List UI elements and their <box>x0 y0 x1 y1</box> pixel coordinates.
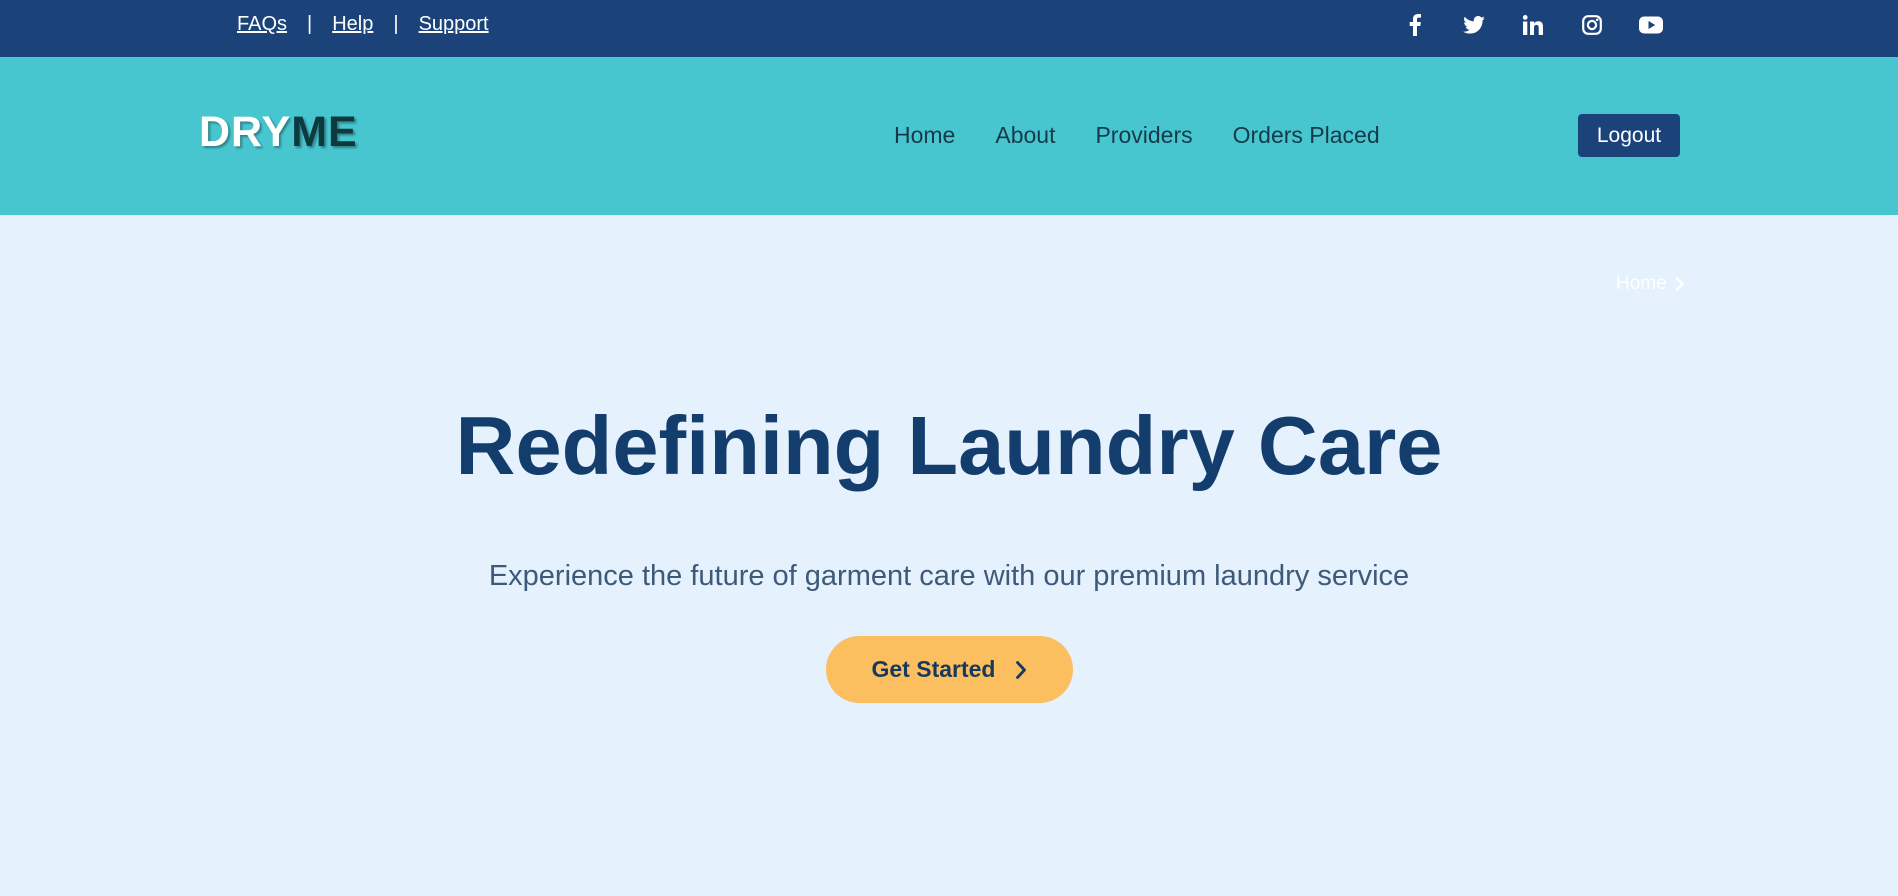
linkedin-icon[interactable] <box>1520 12 1546 38</box>
logout-button[interactable]: Logout <box>1578 114 1680 157</box>
twitter-icon[interactable] <box>1461 12 1487 38</box>
social-links <box>1402 12 1664 38</box>
get-started-button[interactable]: Get Started <box>826 636 1073 703</box>
link-separator: | <box>307 13 313 35</box>
nav-home[interactable]: Home <box>894 122 955 149</box>
logo-text-me: ME <box>291 108 358 156</box>
help-link[interactable]: Help <box>332 13 373 36</box>
breadcrumb: Home <box>1616 273 1685 295</box>
facebook-icon[interactable] <box>1402 12 1428 38</box>
nav-providers[interactable]: Providers <box>1095 122 1192 149</box>
top-links: FAQs | Help | Support <box>237 13 489 36</box>
dryme-logo[interactable]: DRYME <box>199 111 358 154</box>
chevron-right-icon <box>1015 660 1027 680</box>
faqs-link[interactable]: FAQs <box>237 13 287 36</box>
get-started-label: Get Started <box>871 656 996 682</box>
main-nav: Home About Providers Orders Placed <box>894 122 1380 149</box>
hero-title: Redefining Laundry Care <box>455 399 1443 492</box>
nav-orders-placed[interactable]: Orders Placed <box>1233 122 1380 149</box>
youtube-icon[interactable] <box>1638 12 1664 38</box>
nav-about[interactable]: About <box>995 122 1055 149</box>
logo-text-dry: DRY <box>199 108 292 156</box>
main-header: DRYME Home About Providers Orders Placed… <box>0 57 1898 215</box>
breadcrumb-home[interactable]: Home <box>1616 273 1667 295</box>
instagram-icon[interactable] <box>1579 12 1605 38</box>
top-bar: FAQs | Help | Support <box>0 0 1898 57</box>
chevron-right-icon <box>1675 277 1685 291</box>
hero-subtitle: Experience the future of garment care wi… <box>488 560 1410 592</box>
link-separator: | <box>393 13 399 35</box>
support-link[interactable]: Support <box>419 13 489 36</box>
